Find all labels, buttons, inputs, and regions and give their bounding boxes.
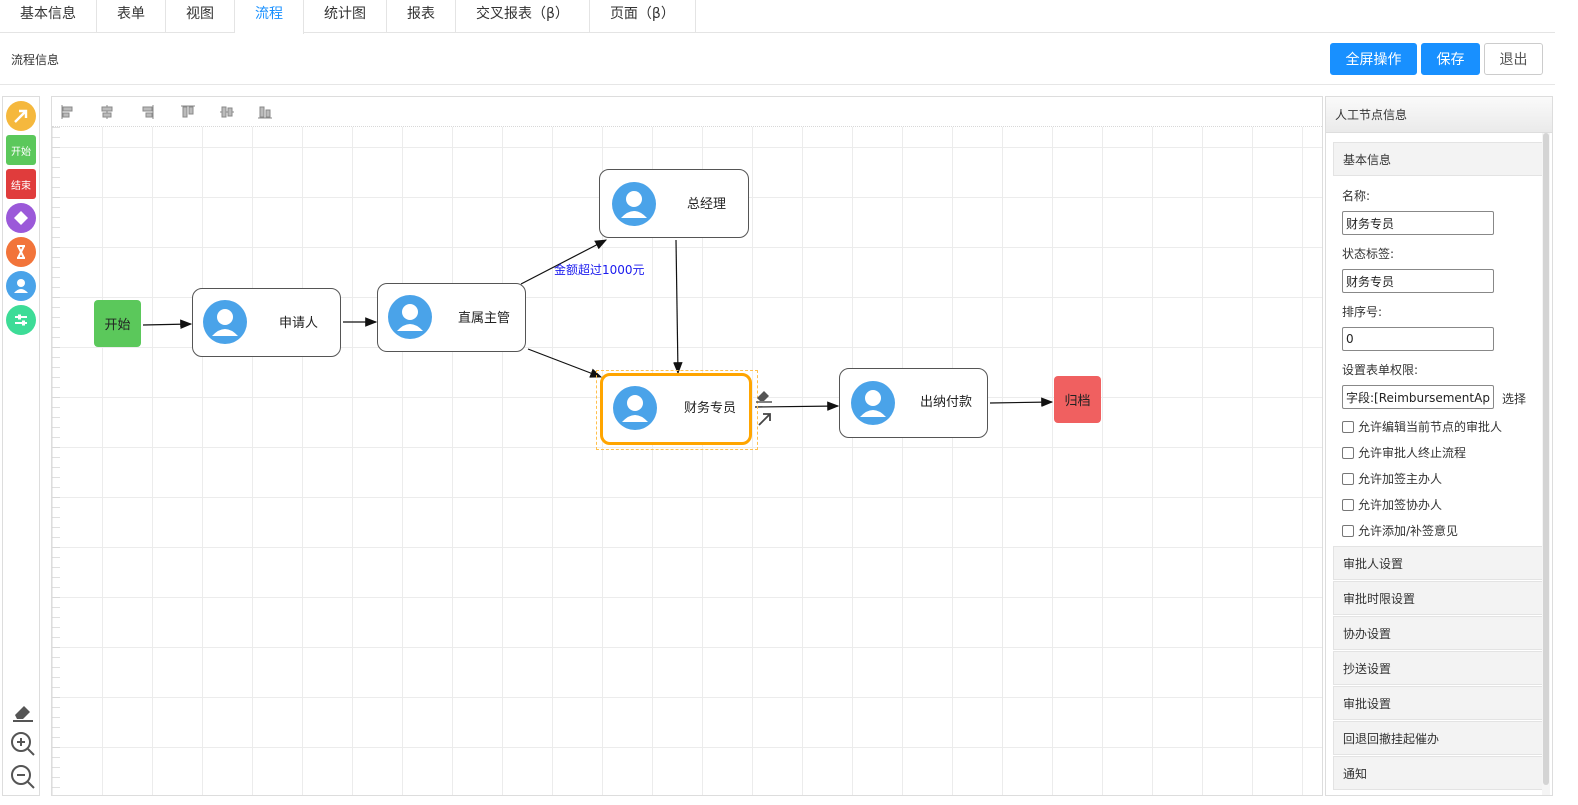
edge-supervisor-finance: [527, 348, 603, 378]
archive-node[interactable]: 归档: [1054, 376, 1101, 423]
eraser-icon[interactable]: [9, 697, 37, 725]
timer-tool-icon[interactable]: [6, 237, 36, 267]
flow-canvas[interactable]: 金额超过1000元 开始 申请人 直属主管 总经理 财务专员 出纳付款 归档: [51, 96, 1323, 796]
general-manager-node[interactable]: 总经理: [599, 169, 749, 238]
approval-settings-section: 审批设置: [1333, 686, 1545, 720]
cashier-node[interactable]: 出纳付款: [839, 368, 988, 438]
basic-info-section: 基本信息: [1333, 142, 1545, 176]
align-middle-icon[interactable]: [219, 104, 235, 120]
tab-workflow[interactable]: 流程: [235, 0, 304, 34]
node-palette: 开始 结束: [2, 96, 40, 796]
approval-settings-header[interactable]: 审批设置: [1333, 686, 1545, 720]
checkbox-edit-approver[interactable]: 允许编辑当前节点的审批人: [1342, 418, 1502, 435]
align-left-icon[interactable]: [60, 104, 76, 120]
tab-basic-info[interactable]: 基本信息: [0, 0, 97, 32]
align-right-icon[interactable]: [139, 104, 155, 120]
connector-tool-icon[interactable]: [6, 101, 36, 131]
finance-node[interactable]: 财务专员: [600, 373, 752, 445]
order-input[interactable]: [1342, 327, 1494, 351]
supervisor-node[interactable]: 直属主管: [377, 283, 526, 352]
canvas-ruler: [52, 127, 60, 795]
tab-page[interactable]: 页面（β）: [590, 0, 696, 32]
node-label: 总经理: [687, 197, 727, 212]
node-label: 出纳付款: [920, 395, 973, 410]
tab-report[interactable]: 报表: [387, 0, 456, 32]
rollback-settings-header[interactable]: 回退回撤挂起催办: [1333, 721, 1545, 755]
name-label: 名称:: [1342, 189, 1371, 203]
user-avatar-icon: [851, 381, 895, 425]
zoom-in-icon[interactable]: [9, 730, 37, 758]
tab-form[interactable]: 表单: [97, 0, 166, 32]
edge-manager-finance: [673, 239, 683, 375]
subprocess-tool-icon[interactable]: [6, 305, 36, 335]
select-permission-link[interactable]: 选择: [1502, 390, 1526, 407]
gateway-tool-icon[interactable]: [6, 203, 36, 233]
checkbox-terminate-flow[interactable]: 允许审批人终止流程: [1342, 444, 1466, 461]
form-permission-input[interactable]: [1342, 385, 1494, 409]
cc-settings-section: 抄送设置: [1333, 651, 1545, 685]
delete-node-icon[interactable]: [754, 385, 774, 405]
tab-view[interactable]: 视图: [166, 0, 235, 32]
approver-settings-section: 审批人设置: [1333, 546, 1545, 580]
start-node-tool[interactable]: 开始: [6, 135, 36, 165]
basic-info-header[interactable]: 基本信息: [1333, 142, 1545, 176]
user-avatar-icon: [613, 386, 657, 430]
align-center-icon[interactable]: [99, 104, 115, 120]
order-label: 排序号:: [1342, 305, 1383, 319]
save-button[interactable]: 保存: [1421, 43, 1480, 75]
align-bottom-icon[interactable]: [257, 104, 273, 120]
scroll-thumb[interactable]: [1543, 133, 1549, 785]
checkbox[interactable]: [1342, 472, 1354, 485]
checkbox-add-opinion[interactable]: 允许添加/补签意见: [1342, 522, 1458, 539]
user-avatar-icon: [203, 300, 247, 344]
node-label: 财务专员: [684, 401, 737, 416]
end-node-tool[interactable]: 结束: [6, 169, 36, 199]
name-input[interactable]: [1342, 211, 1494, 235]
checkbox-add-assist-signer[interactable]: 允许加签协办人: [1342, 496, 1442, 513]
page-title: 流程信息: [11, 53, 60, 67]
assist-settings-header[interactable]: 协办设置: [1333, 616, 1545, 650]
edge-finance-cashier: [754, 401, 840, 411]
rollback-settings-section: 回退回撤挂起催办: [1333, 721, 1545, 755]
tab-bar: 基本信息 表单 视图 流程 统计图 报表 交叉报表（β） 页面（β）: [0, 0, 1555, 34]
approver-settings-header[interactable]: 审批人设置: [1333, 546, 1545, 580]
fullscreen-button[interactable]: 全屏操作: [1330, 43, 1417, 75]
time-limit-header[interactable]: 审批时限设置: [1333, 581, 1545, 615]
align-top-icon[interactable]: [180, 104, 196, 120]
applicant-node[interactable]: 申请人: [192, 288, 341, 357]
align-toolbar: [52, 97, 1322, 127]
node-info-panel: 人工节点信息 基本信息 名称: 状态标签: 排序号: 设置表单权限: 选择 允许…: [1325, 96, 1553, 796]
edge-cashier-archive: [989, 397, 1054, 407]
notification-section: 通知: [1333, 756, 1545, 790]
user-avatar-icon: [612, 182, 656, 226]
cc-settings-header[interactable]: 抄送设置: [1333, 651, 1545, 685]
node-label: 申请人: [279, 316, 319, 331]
start-node[interactable]: 开始: [94, 300, 141, 347]
panel-title: 人工节点信息: [1326, 97, 1552, 133]
user-task-tool-icon[interactable]: [6, 271, 36, 301]
form-permission-label: 设置表单权限:: [1342, 363, 1419, 377]
zoom-out-icon[interactable]: [9, 763, 37, 791]
node-label: 直属主管: [458, 311, 511, 326]
edge-condition-label[interactable]: 金额超过1000元: [554, 261, 645, 278]
checkbox[interactable]: [1342, 524, 1354, 537]
checkbox[interactable]: [1342, 420, 1354, 433]
checkbox[interactable]: [1342, 446, 1354, 459]
edge-start-applicant: [142, 319, 193, 330]
tab-crosstab[interactable]: 交叉报表（β）: [456, 0, 590, 32]
checkbox-add-host-signer[interactable]: 允许加签主办人: [1342, 470, 1442, 487]
status-label: 状态标签:: [1342, 247, 1395, 261]
header-divider: [0, 84, 1555, 85]
checkbox[interactable]: [1342, 498, 1354, 511]
link-arrow-icon[interactable]: [756, 410, 774, 428]
notification-header[interactable]: 通知: [1333, 756, 1545, 790]
tab-statistics[interactable]: 统计图: [304, 0, 387, 32]
panel-scrollbar[interactable]: [1542, 133, 1550, 795]
exit-button[interactable]: 退出: [1484, 43, 1543, 75]
time-limit-section: 审批时限设置: [1333, 581, 1545, 615]
assist-settings-section: 协办设置: [1333, 616, 1545, 650]
user-avatar-icon: [388, 295, 432, 339]
status-input[interactable]: [1342, 269, 1494, 293]
